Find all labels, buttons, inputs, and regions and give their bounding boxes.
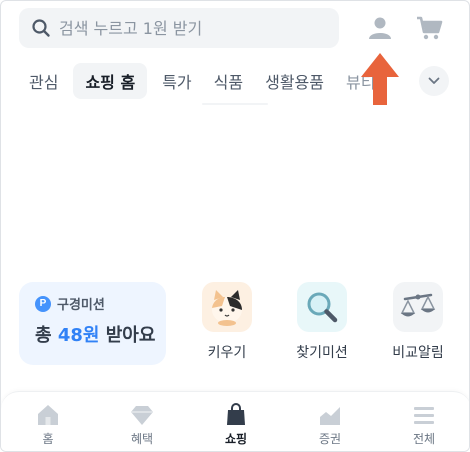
home-icon xyxy=(35,402,61,428)
tab-interest[interactable]: 관심 xyxy=(19,63,69,99)
nav-all[interactable]: 전체 xyxy=(377,392,469,451)
menu-icon xyxy=(411,402,437,428)
search-input[interactable] xyxy=(59,18,319,38)
search-bar[interactable] xyxy=(19,8,339,48)
search-icon xyxy=(31,18,51,38)
annotation-arrow-icon xyxy=(359,51,401,107)
nav-benefits[interactable]: 혜택 xyxy=(95,392,189,451)
nav-benefits-label: 혜택 xyxy=(130,432,154,446)
mission-card[interactable]: P 구경미션 총 48원 받아요 xyxy=(19,282,166,365)
tab-food[interactable]: 식품 xyxy=(203,63,254,99)
shortcut-grow[interactable]: 키우기 xyxy=(192,282,262,362)
shortcut-find-mission[interactable]: 찾기미션 xyxy=(287,282,357,362)
mission-suffix: 받아요 xyxy=(99,325,156,346)
mission-amount: 48원 xyxy=(57,325,100,346)
bottom-navigation: 홈 혜택 쇼핑 증권 전체 xyxy=(1,391,469,451)
nav-stocks-label: 증권 xyxy=(318,432,342,446)
nav-home[interactable]: 홈 xyxy=(1,392,95,451)
cat-icon xyxy=(202,282,252,332)
shopping-bag-icon xyxy=(223,402,249,428)
cart-icon[interactable] xyxy=(414,13,444,43)
user-icon[interactable] xyxy=(365,13,395,43)
magnifier-icon xyxy=(297,282,347,332)
mission-prefix: 총 xyxy=(35,325,58,346)
shortcut-compare-label: 비교알림 xyxy=(392,345,444,361)
point-badge-icon: P xyxy=(35,295,51,312)
nav-stocks[interactable]: 증권 xyxy=(283,392,377,451)
tab-deals[interactable]: 특가 xyxy=(151,63,202,99)
nav-all-label: 전체 xyxy=(412,432,436,446)
nav-home-label: 홈 xyxy=(42,432,54,446)
scale-icon xyxy=(393,282,443,332)
chevron-down-icon[interactable] xyxy=(419,66,449,96)
shortcut-grow-label: 키우기 xyxy=(207,345,247,361)
gem-icon xyxy=(129,402,155,428)
tab-scroll-indicator xyxy=(202,103,268,105)
app-frame: 관심 쇼핑 홈 특가 식품 생활용품 뷰티 P 구경미션 총 48원 받아요 xyxy=(0,0,470,452)
tab-household[interactable]: 생활용품 xyxy=(254,63,335,99)
mission-label: 구경미션 xyxy=(57,298,105,313)
shortcut-compare-alert[interactable]: 비교알림 xyxy=(383,282,453,362)
tab-shopping-home[interactable]: 쇼핑 홈 xyxy=(73,63,148,99)
stock-chart-icon xyxy=(317,402,343,428)
mission-reward-text: 총 48원 받아요 xyxy=(35,321,155,347)
nav-shopping-label: 쇼핑 xyxy=(224,432,248,446)
nav-shopping[interactable]: 쇼핑 xyxy=(189,392,283,451)
shortcut-find-label: 찾기미션 xyxy=(296,345,348,361)
